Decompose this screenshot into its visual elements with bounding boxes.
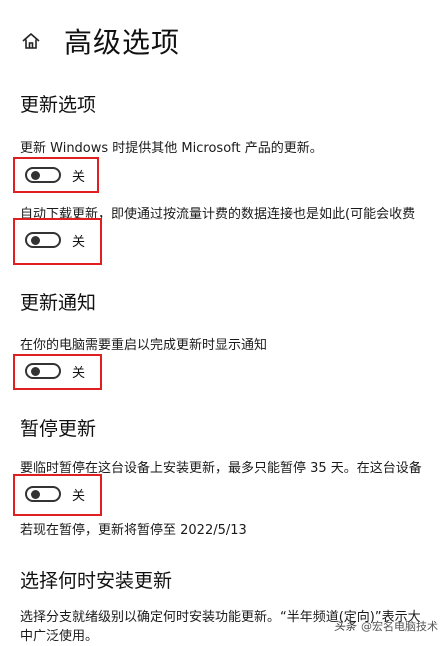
option-other-products-desc: 更新 Windows 时提供其他 Microsoft 产品的更新。 <box>20 141 323 156</box>
toggle-state-label: 关 <box>72 234 86 250</box>
toggle-knob <box>31 490 40 499</box>
section-heading-update-options: 更新选项 <box>20 94 97 116</box>
advanced-options-page: 高级选项 更新选项 更新 Windows 时提供其他 Microsoft 产品的… <box>0 0 446 646</box>
option-restart-notify-desc: 在你的电脑需要重启以完成更新时显示通知 <box>20 338 268 353</box>
pause-until-note: 若现在暂停，更新将暂停至 2022/5/13 <box>20 523 247 538</box>
section-heading-when-install: 选择何时安装更新 <box>20 570 173 592</box>
toggle-state-label: 关 <box>72 488 86 504</box>
toggle-restart-notify[interactable]: 关 <box>25 360 85 382</box>
when-install-desc-line2: 中广泛使用。 <box>20 629 99 644</box>
toggle-switch[interactable] <box>25 167 61 183</box>
toggle-switch[interactable] <box>25 486 61 502</box>
section-heading-pause: 暂停更新 <box>20 418 97 440</box>
toggle-knob <box>31 236 40 245</box>
toggle-pause-updates[interactable]: 关 <box>25 483 85 505</box>
toggle-state-label: 关 <box>72 365 86 381</box>
watermark: 头条 @宏名电脑技术 <box>334 618 438 634</box>
watermark-text: @宏名电脑技术 <box>361 620 438 633</box>
toggle-switch[interactable] <box>25 232 61 248</box>
watermark-logo: 头条 <box>334 620 356 633</box>
page-title: 高级选项 <box>64 26 181 59</box>
toggle-knob <box>31 367 40 376</box>
toggle-other-products[interactable]: 关 <box>25 164 85 186</box>
toggle-state-label: 关 <box>72 169 86 185</box>
toggle-knob <box>31 171 40 180</box>
header: 高级选项 <box>20 24 181 59</box>
home-icon[interactable] <box>20 30 42 52</box>
toggle-switch[interactable] <box>25 363 61 379</box>
section-heading-update-notify: 更新通知 <box>20 292 97 314</box>
toggle-metered-download[interactable]: 关 <box>25 229 85 251</box>
